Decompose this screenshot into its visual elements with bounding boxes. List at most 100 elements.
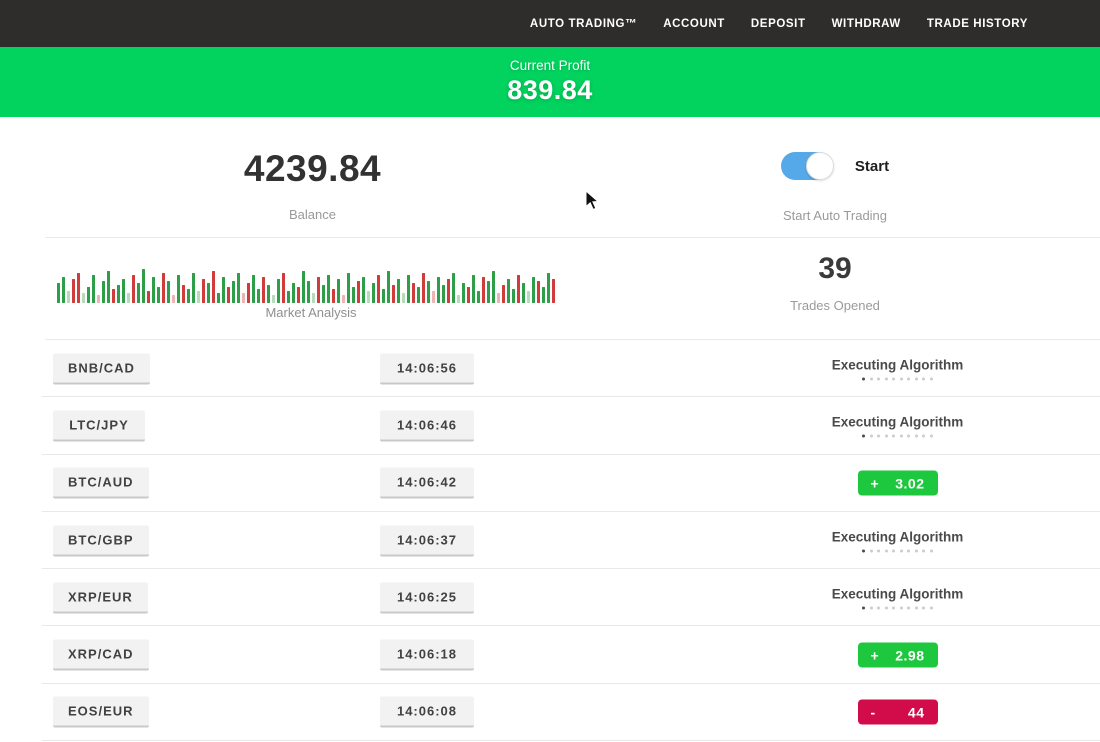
trade-status: Executing Algorithm (790, 357, 1005, 380)
market-bar (217, 293, 220, 303)
market-bar (157, 287, 160, 303)
trades-opened-value: 39 (625, 252, 1045, 286)
trade-status: Executing Algorithm (790, 414, 1005, 437)
executing-algorithm-label: Executing Algorithm (790, 414, 1005, 429)
market-bar (417, 287, 420, 303)
time-badge: 14:06:37 (380, 525, 474, 556)
market-bar (82, 293, 85, 303)
trade-status: +3.02 (790, 471, 1005, 496)
market-bar (427, 281, 430, 303)
market-bar (252, 275, 255, 303)
trade-row: BTC/GBP 14:06:37 Executing Algorithm (0, 512, 1100, 569)
market-bar (202, 279, 205, 303)
market-bar (222, 277, 225, 303)
market-bar (477, 291, 480, 303)
pair-badge: EOS/EUR (53, 697, 149, 728)
market-bar (247, 283, 250, 303)
time-badge: 14:06:25 (380, 582, 474, 613)
top-navbar: AUTO TRADING™ ACCOUNT DEPOSIT WITHDRAW T… (0, 0, 1100, 47)
market-bar (437, 277, 440, 303)
market-bar (352, 287, 355, 303)
market-bar (472, 275, 475, 303)
current-profit-banner: Current Profit 839.84 (0, 47, 1100, 117)
market-bar (317, 277, 320, 303)
start-auto-trading-sublabel: Start Auto Trading (625, 208, 1045, 223)
balance-label: Balance (0, 207, 625, 222)
result-badge: +3.02 (858, 471, 938, 496)
nav-withdraw[interactable]: WITHDRAW (832, 18, 901, 30)
market-bar (277, 279, 280, 303)
market-bar (62, 277, 65, 303)
start-auto-trading-toggle[interactable] (781, 152, 833, 180)
market-bar (212, 271, 215, 303)
market-bar (237, 273, 240, 303)
market-bar (257, 289, 260, 303)
market-bar (347, 273, 350, 303)
auto-trading-app: AUTO TRADING™ ACCOUNT DEPOSIT WITHDRAW T… (0, 0, 1100, 742)
market-bar (97, 295, 100, 303)
toggle-knob (806, 152, 834, 180)
pair-badge: BTC/AUD (53, 468, 149, 499)
pair-badge: LTC/JPY (53, 410, 145, 441)
market-bar (382, 289, 385, 303)
trade-status: -44 (790, 700, 1005, 725)
market-bar (72, 279, 75, 303)
market-bar (142, 269, 145, 303)
time-badge: 14:06:46 (380, 410, 474, 441)
market-bar (172, 295, 175, 303)
executing-algorithm-label: Executing Algorithm (790, 586, 1005, 601)
market-bar (342, 295, 345, 303)
market-bar (292, 283, 295, 303)
market-bar (192, 273, 195, 303)
pair-badge: BNB/CAD (53, 353, 150, 384)
progress-dots (790, 377, 1005, 380)
market-bar (207, 283, 210, 303)
trades-opened-label: Trades Opened (625, 298, 1045, 313)
trade-row: XRP/EUR 14:06:25 Executing Algorithm (0, 569, 1100, 626)
market-bar (407, 275, 410, 303)
market-bar (267, 285, 270, 303)
balance-value: 4239.84 (0, 148, 625, 190)
progress-dots (790, 434, 1005, 437)
market-bar (327, 275, 330, 303)
market-bar (442, 285, 445, 303)
market-bar (92, 275, 95, 303)
trade-row: LTC/JPY 14:06:46 Executing Algorithm (0, 397, 1100, 454)
market-bar (227, 287, 230, 303)
market-bar (287, 291, 290, 303)
section-divider (45, 237, 1100, 238)
time-badge: 14:06:56 (380, 353, 474, 384)
market-bar (397, 279, 400, 303)
market-bar (467, 287, 470, 303)
market-bar (262, 277, 265, 303)
time-badge: 14:06:42 (380, 468, 474, 499)
market-bar (182, 285, 185, 303)
market-bar (357, 281, 360, 303)
market-bar (272, 295, 275, 303)
market-bar (377, 275, 380, 303)
time-badge: 14:06:18 (380, 640, 474, 671)
nav-auto-trading[interactable]: AUTO TRADING™ (530, 18, 637, 30)
market-bar (232, 281, 235, 303)
market-bar (87, 287, 90, 303)
auto-trading-toggle-row: Start (625, 152, 1045, 180)
market-bar (167, 281, 170, 303)
market-bar (392, 285, 395, 303)
market-bar (307, 281, 310, 303)
nav-account[interactable]: ACCOUNT (663, 18, 725, 30)
pair-badge: BTC/GBP (53, 525, 149, 556)
current-profit-value: 839.84 (507, 75, 593, 106)
market-bar (552, 279, 555, 303)
pair-badge: XRP/EUR (53, 582, 148, 613)
market-bar (77, 273, 80, 303)
market-analysis-label: Market Analysis (57, 305, 565, 320)
market-bar (482, 277, 485, 303)
market-bar (517, 275, 520, 303)
time-badge: 14:06:08 (380, 697, 474, 728)
nav-trade-history[interactable]: TRADE HISTORY (927, 18, 1028, 30)
market-bar (162, 273, 165, 303)
trade-status: Executing Algorithm (790, 529, 1005, 552)
market-bar (57, 283, 60, 303)
market-bar (107, 271, 110, 303)
nav-deposit[interactable]: DEPOSIT (751, 18, 806, 30)
